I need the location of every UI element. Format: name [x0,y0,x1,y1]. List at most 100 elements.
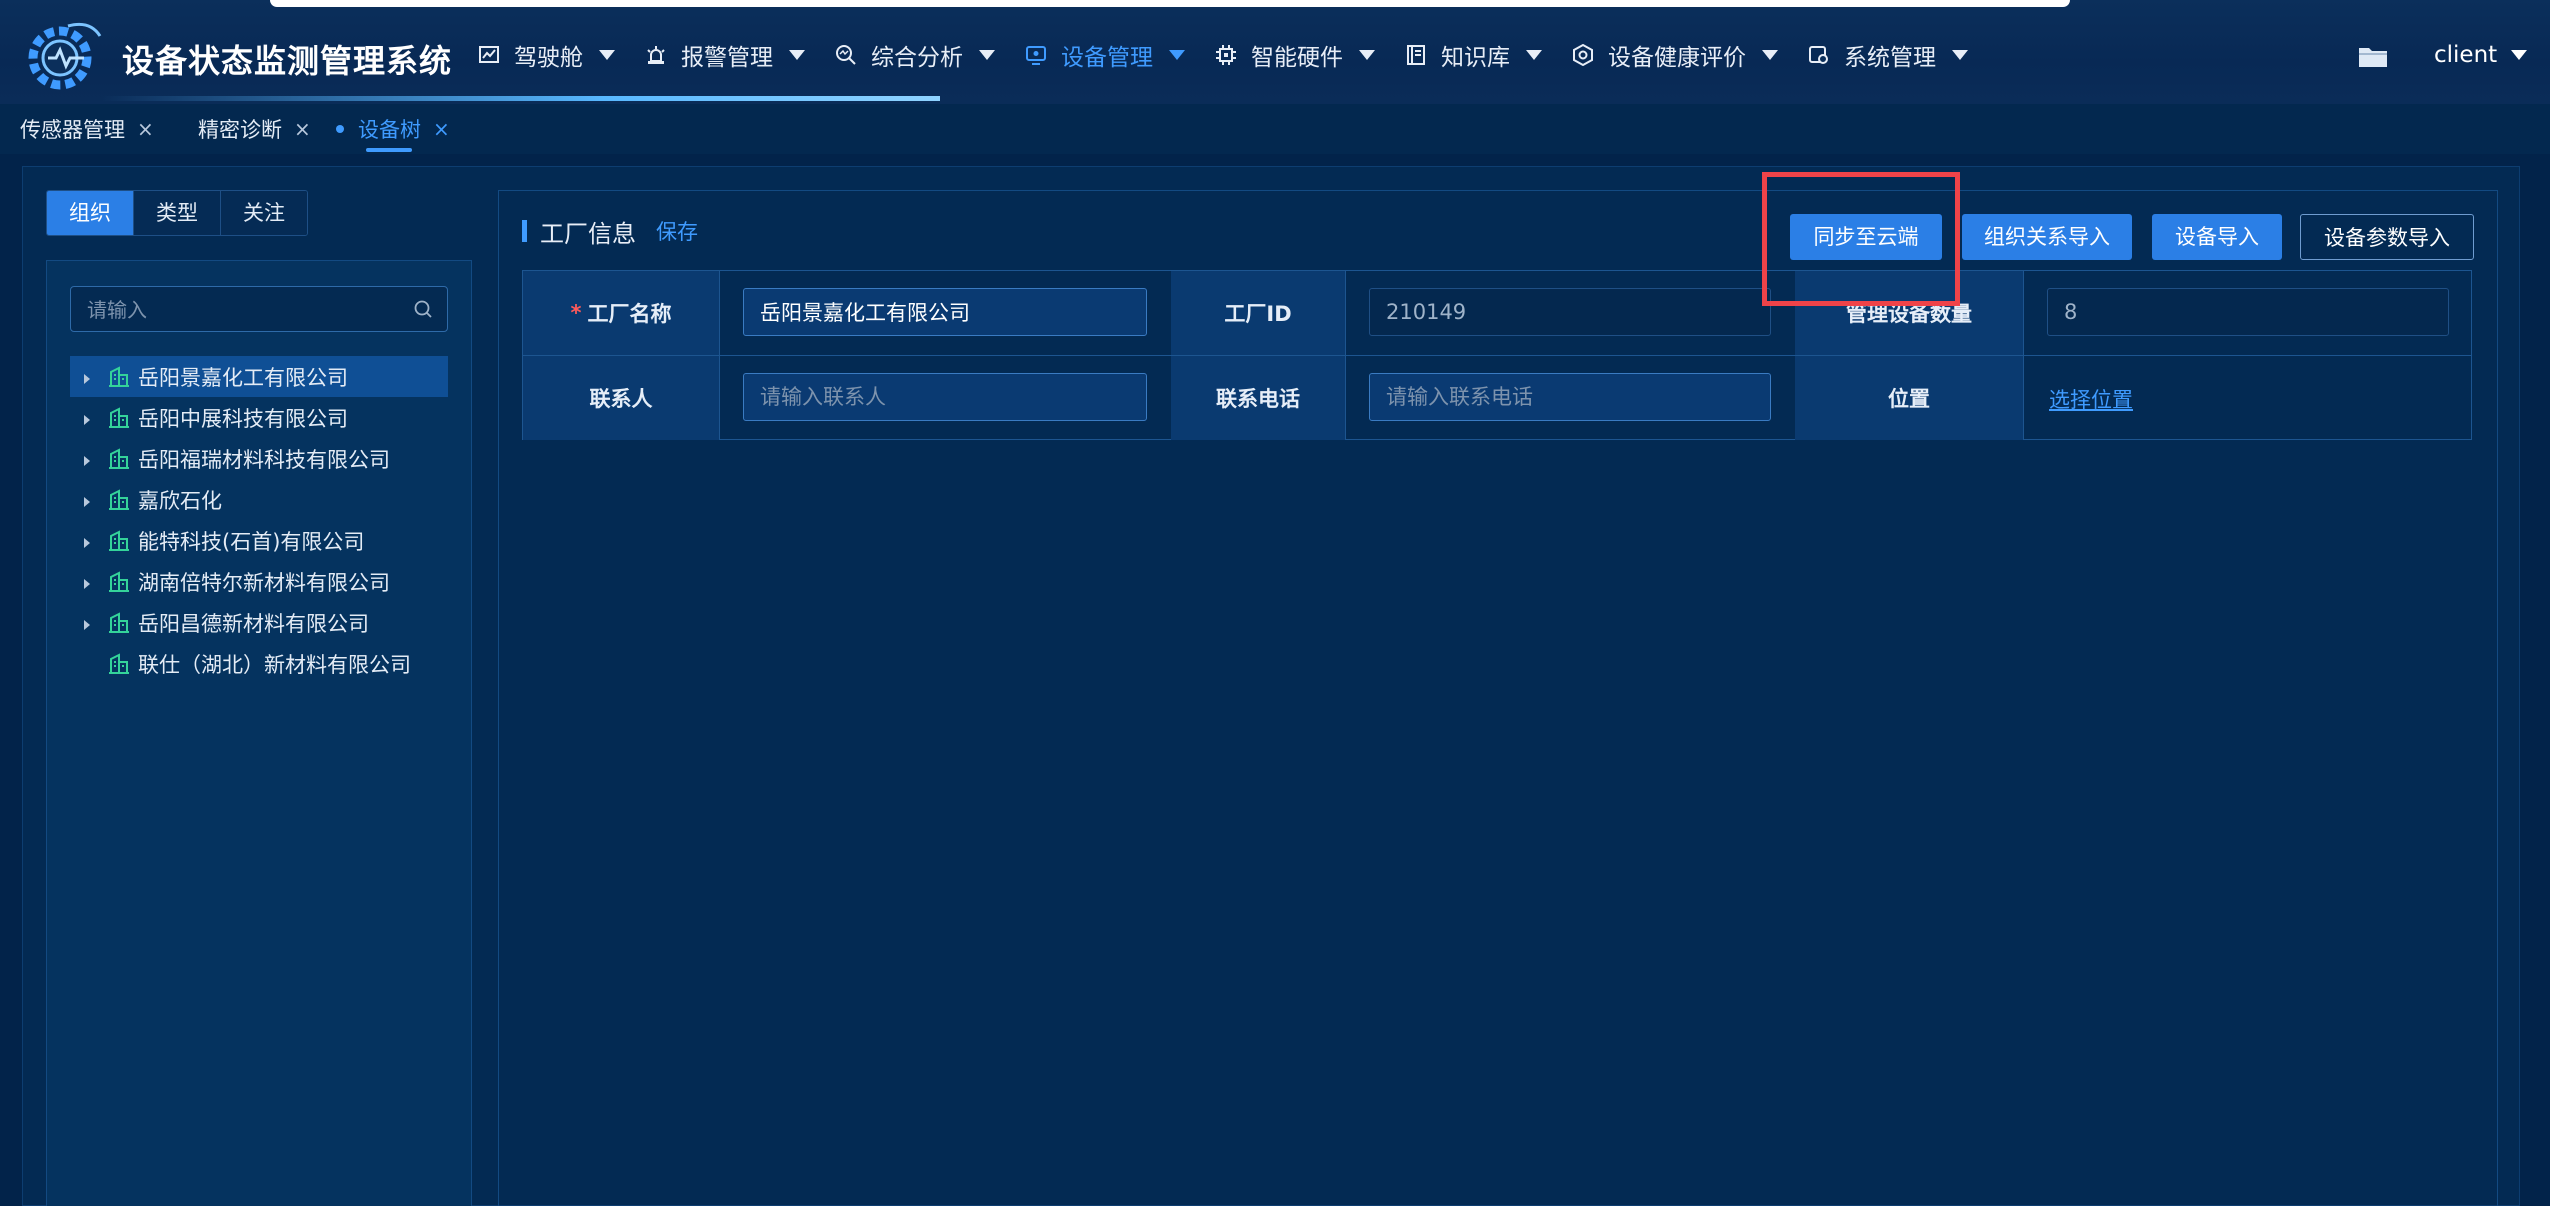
building-icon [109,447,129,469]
org-import-button[interactable]: 组织关系导入 [1962,214,2132,260]
active-tab-underline [366,148,412,152]
factory-id-cell [1345,271,1796,355]
tree-node-label: 湖南倍特尔新材料有限公司 [138,570,390,595]
caret-down-icon [789,50,805,60]
device-count-input [2047,288,2449,336]
user-menu[interactable]: client [2434,42,2528,68]
folder-icon[interactable] [2358,44,2388,68]
segment-follow[interactable]: 关注 [221,191,307,235]
factory-name-input[interactable] [743,288,1147,336]
phone-cell [1345,356,1796,440]
menu-label: 智能硬件 [1251,45,1343,71]
phone-label: 联系电话 [1171,356,1346,440]
expand-arrow-icon[interactable] [84,529,100,553]
search-icon[interactable] [413,299,433,319]
tree-node[interactable]: 能特科技(石首)有限公司 [70,520,448,561]
factory-name-label: * 工厂名称 [523,271,720,355]
main-menu: 驾驶舱 报警管理 综合分析 设备管理 智能硬件 知识库 设备健康评价 系统管理 [478,30,1998,80]
tree-node[interactable]: 嘉欣石化 [70,479,448,520]
tree-node-label: 能特科技(石首)有限公司 [138,529,365,554]
expand-arrow-icon[interactable] [84,365,100,389]
segment-type[interactable]: 类型 [134,191,221,235]
hexagon-gear-icon [1573,44,1593,66]
menu-item-device-management[interactable]: 设备管理 [1025,30,1185,80]
expand-arrow-icon[interactable] [84,570,100,594]
caret-down-icon [1952,50,1968,60]
table-row: 联系人 联系电话 位置 选择位置 [523,355,2471,440]
save-link[interactable]: 保存 [656,216,698,246]
caret-down-icon [2511,50,2528,60]
param-import-button[interactable]: 设备参数导入 [2300,214,2474,260]
tab-label: 传感器管理 [20,118,125,142]
section-title: 工厂信息 [540,220,636,248]
caret-down-icon [979,50,995,60]
select-location-link[interactable]: 选择位置 [2049,384,2133,414]
contact-input[interactable] [743,373,1147,421]
tree-search [70,286,448,333]
caret-down-icon [1169,50,1185,60]
tree-node[interactable]: 岳阳昌德新材料有限公司 [70,602,448,643]
gear-logo-icon [28,22,102,90]
building-icon [109,570,129,592]
caret-down-icon [599,50,615,60]
monitor-icon [1026,46,1046,65]
factory-name-cell [719,271,1172,355]
close-icon[interactable]: × [137,117,154,141]
tab-device-tree[interactable]: 设备树 × [336,114,450,144]
device-import-button[interactable]: 设备导入 [2152,214,2282,260]
menu-label: 驾驶舱 [514,45,583,71]
expand-arrow-icon[interactable] [84,488,100,512]
expand-arrow-icon[interactable] [84,611,100,635]
chart-line-icon [479,46,499,63]
tab-sensor-management[interactable]: 传感器管理 × [20,114,154,144]
device-tree: 岳阳景嘉化工有限公司 岳阳中展科技有限公司 岳阳福瑞材料科技有限公司 嘉欣石化 … [70,356,448,684]
analysis-search-icon [836,45,856,65]
settings-icon [1809,46,1828,64]
header-glow-line [100,96,940,101]
menu-item-knowledge[interactable]: 知识库 [1405,30,1542,80]
browser-edge [270,0,2070,7]
expand-arrow-icon[interactable] [84,406,100,430]
tab-label: 设备树 [358,118,421,142]
tree-node-label: 岳阳景嘉化工有限公司 [138,365,348,390]
building-icon [109,488,129,510]
menu-item-analysis[interactable]: 综合分析 [835,30,995,80]
location-label: 位置 [1795,356,2024,440]
alarm-light-icon [647,46,665,64]
menu-item-alarm[interactable]: 报警管理 [645,30,805,80]
device-count-label: 管理设备数量 [1795,271,2024,355]
tree-node[interactable]: 联仕（湖北）新材料有限公司 [70,643,448,684]
tree-node-label: 岳阳福瑞材料科技有限公司 [138,447,390,472]
required-mark: * [570,301,582,325]
tree-node[interactable]: 岳阳福瑞材料科技有限公司 [70,438,448,479]
close-icon[interactable]: × [433,117,450,141]
building-icon [109,652,129,674]
expand-arrow-icon[interactable] [84,447,100,471]
tree-node[interactable]: 岳阳中展科技有限公司 [70,397,448,438]
menu-item-system[interactable]: 系统管理 [1808,30,1968,80]
menu-label: 综合分析 [871,45,963,71]
active-dot-icon [336,125,344,133]
table-row: * 工厂名称 工厂ID 管理设备数量 [523,271,2471,355]
caret-down-icon [1359,50,1375,60]
menu-item-cockpit[interactable]: 驾驶舱 [478,30,615,80]
tree-search-input[interactable] [85,287,409,333]
app-title: 设备状态监测管理系统 [122,42,453,80]
menu-item-hardware[interactable]: 智能硬件 [1215,30,1375,80]
label-text: 工厂名称 [587,302,672,326]
phone-input[interactable] [1369,373,1771,421]
tab-precision-diagnosis[interactable]: 精密诊断 × [198,114,311,144]
location-cell: 选择位置 [2023,356,2471,440]
segment-organization[interactable]: 组织 [47,191,134,235]
tree-node[interactable]: 湖南倍特尔新材料有限公司 [70,561,448,602]
sync-cloud-button[interactable]: 同步至云端 [1790,214,1942,260]
close-icon[interactable]: × [294,117,311,141]
building-icon [109,365,129,387]
factory-id-label: 工厂ID [1171,271,1346,355]
menu-item-health[interactable]: 设备健康评价 [1572,30,1778,80]
building-icon [109,611,129,633]
tree-node[interactable]: 岳阳景嘉化工有限公司 [70,356,448,397]
chip-icon [1216,45,1236,65]
menu-label: 系统管理 [1844,45,1936,71]
tree-node-label: 嘉欣石化 [138,488,222,513]
